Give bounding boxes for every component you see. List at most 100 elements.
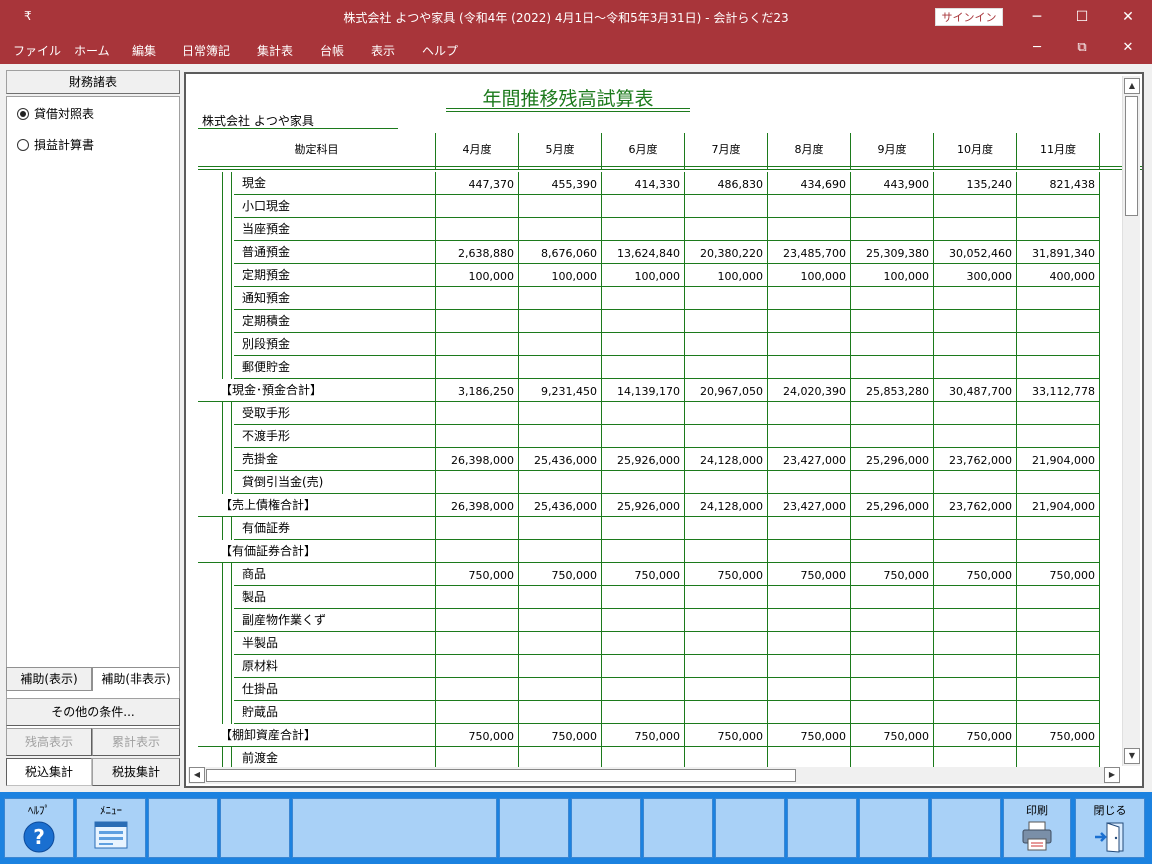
scroll-up-icon[interactable]: ▲ <box>1124 78 1140 94</box>
amount-cell <box>519 609 602 632</box>
table-row[interactable]: 当座預金 <box>198 218 1142 241</box>
menu-help[interactable]: ヘルプ <box>422 42 458 59</box>
maximize-button[interactable]: ☐ <box>1059 0 1105 34</box>
amount-cell <box>602 540 685 563</box>
menu-home[interactable]: ホーム <box>74 42 110 59</box>
table-row[interactable]: 郵便貯金 <box>198 356 1142 379</box>
amount-cell <box>602 425 685 448</box>
amount-cell: 2,638,880 <box>436 241 519 264</box>
header-month: 11月度 <box>1017 133 1100 169</box>
function-key-empty[interactable] <box>148 798 218 858</box>
help-button[interactable]: ﾍﾙﾌﾟ ? <box>4 798 74 858</box>
amount-cell <box>519 402 602 425</box>
amount-cell <box>934 287 1017 310</box>
amount-cell <box>768 425 851 448</box>
cumulative-display-button[interactable]: 累計表示 <box>92 728 180 756</box>
function-key-empty[interactable] <box>931 798 1001 858</box>
table-row[interactable]: 商品 750,000 750,000 750,000 750,000 750,000 750… <box>198 563 1142 586</box>
account-name: 売掛金 <box>234 448 436 471</box>
table-row[interactable]: 定期預金 100,000 100,000 100,000 100,000 100,000 1… <box>198 264 1142 287</box>
vertical-scroll-thumb[interactable] <box>1125 96 1138 216</box>
scroll-right-icon[interactable]: ▶ <box>1104 767 1120 783</box>
vertical-scrollbar[interactable]: ▲ ▼ <box>1122 76 1140 766</box>
header-double-line <box>198 166 1142 170</box>
function-key-empty[interactable] <box>859 798 929 858</box>
tab-sub-hide[interactable]: 補助(非表示) <box>92 667 180 691</box>
table-row[interactable]: 副産物作業くず <box>198 609 1142 632</box>
amount-cell: 100,000 <box>685 264 768 287</box>
print-button[interactable]: 印刷 <box>1003 798 1071 858</box>
menu-file[interactable]: ファイル <box>13 42 61 59</box>
table-row[interactable]: 【棚卸資産合計】 750,000 750,000 750,000 750,000 750,… <box>198 724 1142 747</box>
function-key-empty[interactable] <box>787 798 857 858</box>
function-key-empty[interactable] <box>643 798 713 858</box>
radio-income-statement[interactable]: 損益計算書 <box>17 136 94 154</box>
amount-cell <box>768 402 851 425</box>
menu-edit[interactable]: 編集 <box>132 42 156 59</box>
function-key-empty[interactable] <box>715 798 785 858</box>
table-row[interactable]: 半製品 <box>198 632 1142 655</box>
table-row[interactable]: 定期積金 <box>198 310 1142 333</box>
amount-cell <box>1017 333 1100 356</box>
table-row[interactable]: 現金 447,370 455,390 414,330 486,830 434,690 443… <box>198 172 1142 195</box>
menu-daily-bookkeeping[interactable]: 日常簿記 <box>182 42 230 59</box>
printer-icon <box>1004 821 1070 854</box>
amount-cell <box>934 678 1017 701</box>
horizontal-scroll-thumb[interactable] <box>206 769 796 782</box>
scroll-down-icon[interactable]: ▼ <box>1124 748 1140 764</box>
close-window-button[interactable]: 閉じる <box>1075 798 1145 858</box>
table-row[interactable]: 原材料 <box>198 655 1142 678</box>
amount-cell <box>436 218 519 241</box>
function-key-empty[interactable] <box>292 798 497 858</box>
amount-cell: 400,000 <box>1017 264 1100 287</box>
amount-cell <box>685 471 768 494</box>
menu-ledger[interactable]: 台帳 <box>320 42 344 59</box>
amount-cell <box>519 540 602 563</box>
mdi-restore-button[interactable]: ⧉ <box>1059 40 1105 55</box>
mdi-close-button[interactable]: ✕ <box>1105 40 1151 55</box>
radio-balance-sheet[interactable]: 貸借対照表 <box>17 105 94 123</box>
table-row[interactable]: 貯蔵品 <box>198 701 1142 724</box>
amount-cell: 821,438 <box>1017 172 1100 195</box>
account-name: 半製品 <box>234 632 436 655</box>
menu-view[interactable]: 表示 <box>371 42 395 59</box>
close-button[interactable]: ✕ <box>1105 0 1151 34</box>
account-name: 通知預金 <box>234 287 436 310</box>
function-key-empty[interactable] <box>571 798 641 858</box>
table-row[interactable]: 受取手形 <box>198 402 1142 425</box>
table-row[interactable]: 製品 <box>198 586 1142 609</box>
table-row[interactable]: 【現金･預金合計】 3,186,250 9,231,450 14,139,170 20,… <box>198 379 1142 402</box>
indent-guide <box>222 655 232 678</box>
amount-cell: 3,186,250 <box>436 379 519 402</box>
table-row[interactable]: 【売上債権合計】 26,398,000 25,436,000 25,926,000 24… <box>198 494 1142 517</box>
tax-included-button[interactable]: 税込集計 <box>6 758 92 786</box>
table-row[interactable]: 不渡手形 <box>198 425 1142 448</box>
table-row[interactable]: 【有価証券合計】 <box>198 540 1142 563</box>
table-row[interactable]: 貸倒引当金(売) <box>198 471 1142 494</box>
menu-button[interactable]: ﾒﾆｭｰ <box>76 798 146 858</box>
function-key-empty[interactable] <box>220 798 290 858</box>
table-row[interactable]: 普通預金 2,638,880 8,676,060 13,624,840 20,380,2… <box>198 241 1142 264</box>
menu-summary[interactable]: 集計表 <box>257 42 293 59</box>
other-conditions-button[interactable]: その他の条件... <box>6 698 180 726</box>
balance-display-button[interactable]: 残高表示 <box>6 728 92 756</box>
scroll-left-icon[interactable]: ◀ <box>189 767 205 783</box>
table-row[interactable]: 売掛金 26,398,000 25,436,000 25,926,000 24,128,… <box>198 448 1142 471</box>
account-name: 貸倒引当金(売) <box>234 471 436 494</box>
table-row[interactable]: 通知預金 <box>198 287 1142 310</box>
tab-sub-show[interactable]: 補助(表示) <box>6 667 92 691</box>
tax-excluded-button[interactable]: 税抜集計 <box>92 758 180 786</box>
indent-guide <box>222 264 232 287</box>
table-row[interactable]: 別段預金 <box>198 333 1142 356</box>
mdi-minimize-button[interactable]: ─ <box>1014 40 1060 55</box>
table-row[interactable]: 小口現金 <box>198 195 1142 218</box>
table-row[interactable]: 有価証券 <box>198 517 1142 540</box>
signin-button[interactable]: サインイン <box>935 8 1003 26</box>
amount-cell: 443,900 <box>851 172 934 195</box>
horizontal-scrollbar[interactable]: ◀ ▶ <box>188 767 1120 784</box>
function-key-empty[interactable] <box>499 798 569 858</box>
minimize-button[interactable]: ─ <box>1014 0 1060 34</box>
table-row[interactable]: 仕掛品 <box>198 678 1142 701</box>
financial-statements-header: 財務諸表 <box>6 70 180 94</box>
amount-cell <box>934 517 1017 540</box>
